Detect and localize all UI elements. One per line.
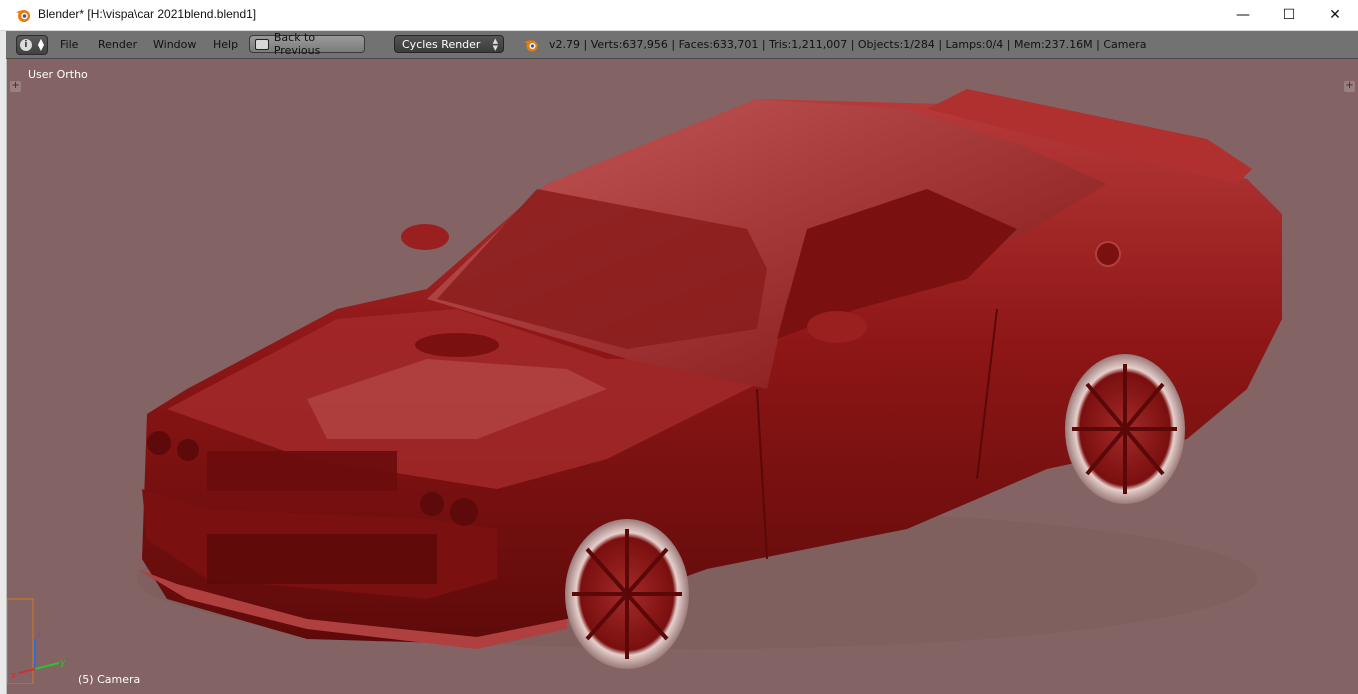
window-title: Blender* [H:\vispa\car 2021blend.blend1] — [38, 7, 257, 21]
left-window-edge — [0, 31, 7, 694]
screen-icon — [255, 38, 269, 50]
back-to-previous-label: Back to Previous — [273, 31, 321, 57]
back-to-previous-button[interactable]: Back to Previous — [249, 31, 365, 57]
close-icon: ✕ — [1329, 7, 1341, 23]
x-axis-label: x — [11, 671, 17, 681]
toolshelf-toggle-icon[interactable]: + — [10, 81, 21, 92]
car-model-render[interactable] — [7, 59, 1358, 694]
window-title-bar: Blender* [H:\vispa\car 2021blend.blend1]… — [0, 0, 1358, 31]
axis-gizmo: z y x — [7, 598, 66, 684]
minimize-icon: — — [1236, 7, 1250, 23]
minimize-button[interactable]: — — [1220, 0, 1266, 30]
properties-toggle-icon[interactable]: + — [1344, 81, 1355, 92]
editor-type-button[interactable]: i ▲ ▼ — [16, 35, 48, 55]
render-engine-value: Cycles Render — [402, 37, 481, 51]
info-icon: i — [19, 39, 32, 51]
blender-logo-icon — [524, 40, 538, 52]
3d-viewport[interactable]: User Ortho + + z y x (5) Camera — [7, 59, 1358, 694]
view-name-label: User Ortho — [28, 68, 88, 81]
chevron-updown-icon: ▲ ▼ — [37, 37, 45, 52]
menu-file[interactable]: File — [60, 38, 78, 51]
maximize-button[interactable]: ☐ — [1266, 0, 1312, 30]
close-button[interactable]: ✕ — [1312, 0, 1358, 30]
menu-render[interactable]: Render — [98, 38, 137, 51]
scene-statistics: v2.79 | Verts:637,956 | Faces:633,701 | … — [549, 38, 1147, 51]
maximize-icon: ☐ — [1282, 7, 1296, 23]
z-axis-label: z — [36, 631, 41, 641]
select-arrows-icon: ▲ ▼ — [492, 37, 498, 52]
render-engine-select[interactable]: Cycles Render ▲ ▼ — [394, 35, 504, 53]
y-axis-label: y — [60, 658, 66, 668]
blender-app-icon — [16, 10, 30, 22]
info-header: i ▲ ▼ File Render Window Help Back to Pre… — [6, 31, 1358, 59]
active-object-label: (5) Camera — [78, 673, 141, 686]
menu-window[interactable]: Window — [153, 38, 196, 51]
menu-help[interactable]: Help — [213, 38, 238, 51]
